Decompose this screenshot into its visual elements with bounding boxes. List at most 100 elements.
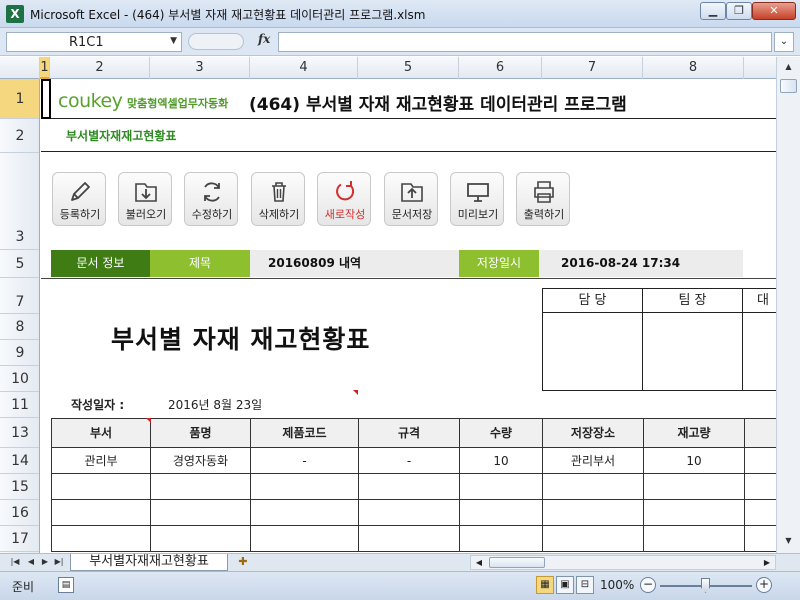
row-header[interactable]: 16 [0,500,39,526]
table-cell[interactable] [745,500,776,526]
table-cell[interactable]: - [359,448,460,474]
column-header[interactable]: 1 [40,57,50,79]
row-header[interactable]: 17 [0,526,39,552]
edit-button[interactable]: 수정하기 [184,172,238,226]
normal-view-button[interactable]: ▦ [536,576,554,594]
saved-at-value[interactable]: 2016-08-24 17:34 [561,250,741,277]
column-header[interactable]: 4 [250,57,358,79]
macro-record-icon[interactable]: ▤ [58,577,74,593]
worksheet-grid[interactable]: coukey 맞춤형엑셀업무자동화 (464) 부서별 자재 재고현황표 데이터… [41,79,776,553]
table-cell[interactable]: 10 [644,448,745,474]
formula-input[interactable] [278,32,772,52]
excel-app-icon[interactable]: X [6,5,24,23]
table-cell[interactable] [460,500,543,526]
table-cell[interactable] [745,448,776,474]
horizontal-scrollbar[interactable]: ◀ ▶ [470,555,776,570]
title-field-value[interactable]: 20160809 내역 [268,250,448,277]
comment-indicator[interactable] [146,418,151,423]
name-box[interactable]: R1C1 ▼ [6,32,182,52]
column-header[interactable]: 5 [358,57,459,79]
zoom-in-button[interactable]: + [756,577,772,593]
preview-button[interactable]: 미리보기 [450,172,504,226]
save-document-button[interactable]: 문서저장 [384,172,438,226]
sheet-tab-active[interactable]: 부서별자재재고현황표 [70,554,228,571]
column-header[interactable]: 3 [150,57,250,79]
select-all-corner[interactable] [0,57,40,79]
row-header[interactable]: 2 [0,119,39,153]
table-cell[interactable]: 경영자동화 [151,448,251,474]
row-header[interactable]: 11 [0,392,39,418]
table-cell[interactable] [151,526,251,552]
table-cell[interactable] [251,500,359,526]
scroll-down-arrow-icon[interactable]: ▼ [780,533,797,549]
table-cell[interactable] [359,500,460,526]
insert-sheet-icon[interactable]: ✚ [234,555,252,570]
table-cell[interactable]: 10 [460,448,543,474]
first-sheet-icon[interactable]: |◀ [8,555,22,569]
register-button[interactable]: 등록하기 [52,172,106,226]
expand-formula-icon[interactable]: ⌄ [774,32,794,52]
table-cell[interactable] [644,500,745,526]
horizontal-scroll-thumb[interactable] [489,557,545,568]
page-layout-view-button[interactable]: ▣ [556,576,574,594]
table-cell[interactable] [251,526,359,552]
row-header[interactable]: 5 [0,250,39,278]
table-cell[interactable] [151,500,251,526]
minimize-button[interactable]: ▁ [700,2,726,20]
row-header[interactable]: 14 [0,448,39,474]
active-cell-cursor[interactable] [41,79,51,119]
table-cell[interactable] [745,474,776,500]
table-cell[interactable] [151,474,251,500]
close-button[interactable]: ✕ [752,2,796,20]
scroll-left-arrow-icon[interactable]: ◀ [472,556,486,569]
vertical-scrollbar[interactable]: ▲ ▼ [776,57,800,553]
zoom-level[interactable]: 100% [600,578,634,592]
maximize-button[interactable]: ❐ [726,2,752,20]
table-cell[interactable] [543,526,644,552]
table-cell[interactable] [51,526,151,552]
scroll-right-arrow-icon[interactable]: ▶ [760,556,774,569]
table-cell[interactable] [251,474,359,500]
row-header[interactable]: 13 [0,418,39,448]
table-cell[interactable] [460,526,543,552]
table-cell[interactable] [359,526,460,552]
table-cell[interactable] [644,474,745,500]
row-header[interactable]: 9 [0,340,39,366]
table-cell[interactable] [51,474,151,500]
row-header[interactable]: 3 [0,153,39,250]
created-date-value[interactable]: 2016년 8월 23일 [168,396,262,413]
row-header[interactable]: 15 [0,474,39,500]
load-button[interactable]: 불러오기 [118,172,172,226]
table-cell[interactable] [543,500,644,526]
next-sheet-icon[interactable]: ▶ [38,555,52,569]
row-header[interactable]: 7 [0,278,39,314]
column-header[interactable]: 7 [542,57,643,79]
prev-sheet-icon[interactable]: ◀ [24,555,38,569]
zoom-slider-thumb[interactable] [701,578,710,593]
column-header[interactable]: 8 [643,57,744,79]
insert-function-icon[interactable]: fx [258,32,270,46]
comment-indicator[interactable] [353,390,358,395]
chevron-down-icon[interactable]: ▼ [170,36,177,46]
table-cell[interactable]: 관리부서 [543,448,644,474]
row-header[interactable]: 8 [0,314,39,340]
scroll-up-arrow-icon[interactable]: ▲ [780,59,797,75]
formula-cancel-enter-buttons[interactable] [188,33,244,50]
table-cell[interactable]: - [251,448,359,474]
column-header[interactable]: 2 [50,57,150,79]
new-document-button[interactable]: 새로작성 [317,172,371,226]
last-sheet-icon[interactable]: ▶| [52,555,66,569]
table-cell[interactable] [359,474,460,500]
page-break-view-button[interactable]: ⊟ [576,576,594,594]
table-cell[interactable] [745,526,776,552]
table-cell[interactable]: 관리부 [51,448,151,474]
zoom-out-button[interactable]: − [640,577,656,593]
row-header[interactable]: 10 [0,366,39,392]
vertical-scroll-thumb[interactable] [780,79,797,93]
table-cell[interactable] [460,474,543,500]
table-cell[interactable] [543,474,644,500]
delete-button[interactable]: 삭제하기 [251,172,305,226]
table-cell[interactable] [644,526,745,552]
table-cell[interactable] [51,500,151,526]
print-button[interactable]: 출력하기 [516,172,570,226]
